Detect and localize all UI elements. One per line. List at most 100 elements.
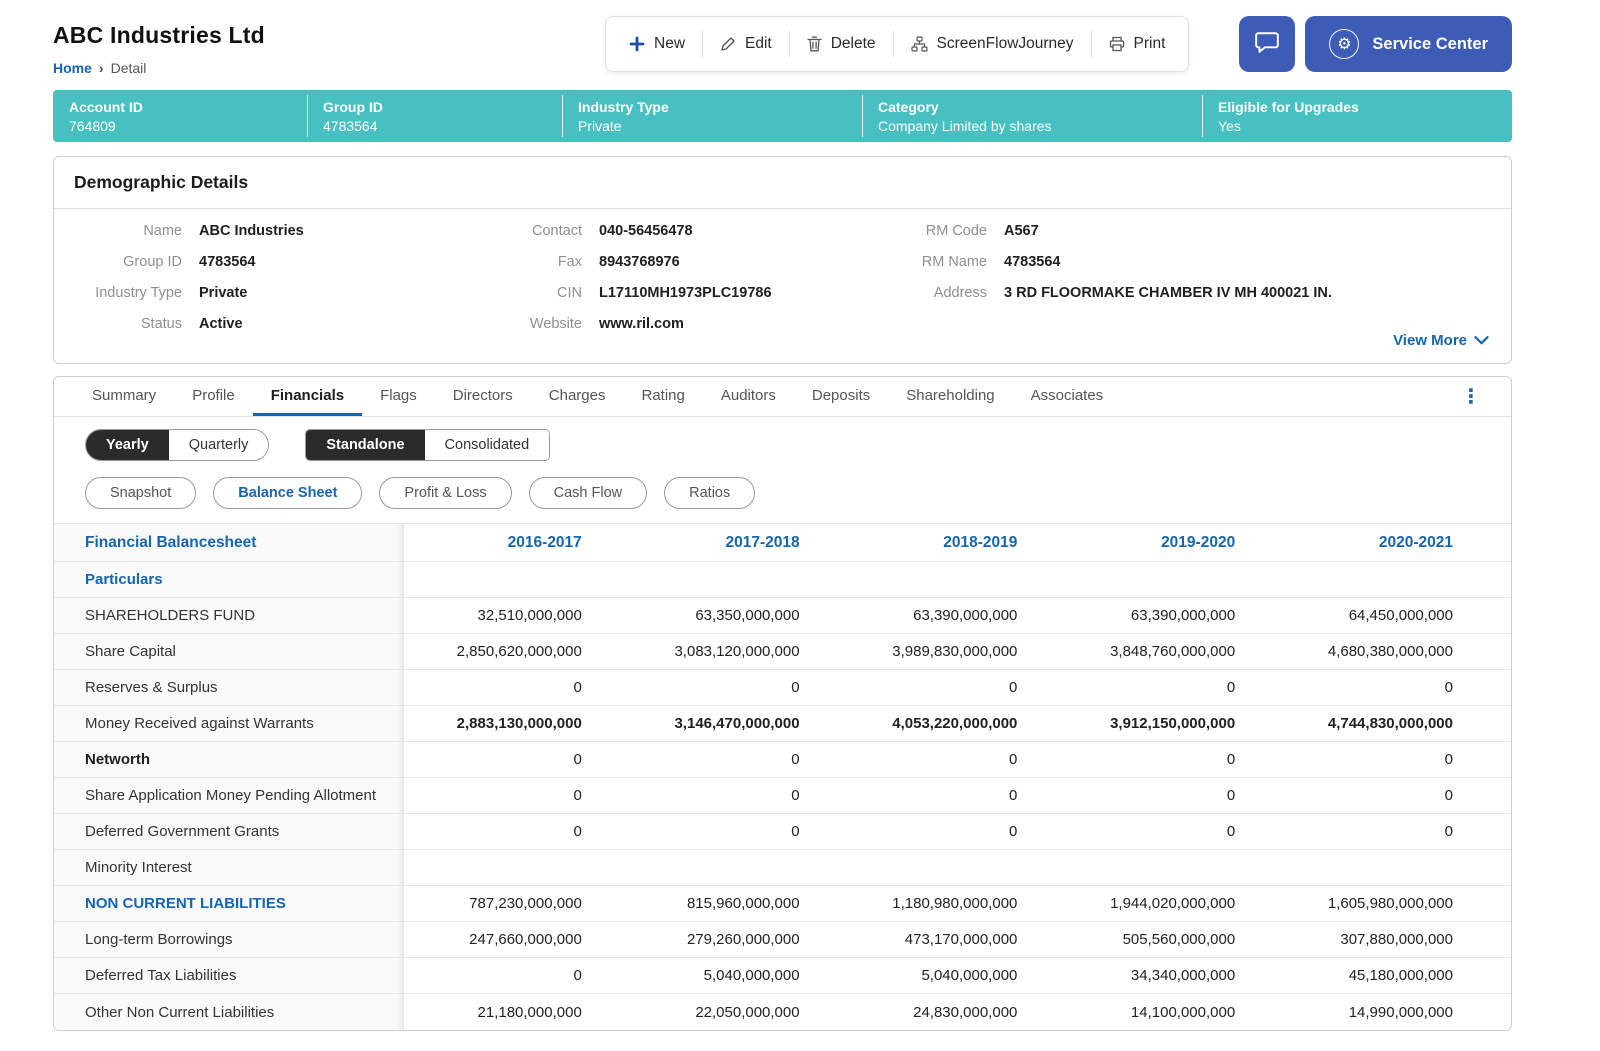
row-value [622,562,840,597]
row-value: 63,390,000,000 [840,598,1058,633]
info-value: Yes [1218,118,1512,134]
printer-icon [1109,36,1125,52]
field-value: A567 [1004,223,1039,239]
row-value: 787,230,000,000 [404,886,622,921]
tab-flags[interactable]: Flags [362,377,435,416]
report-tab-snapshot[interactable]: Snapshot [85,477,196,509]
financial-table: Financial Balancesheet 2016-20172017-201… [54,523,1511,1030]
field-label: Address [879,285,1004,301]
toggle-row: Yearly Quarterly Standalone Consolidated [54,417,1511,470]
row-label: Minority Interest [54,850,404,885]
screenflowjourney-button[interactable]: ScreenFlowJourney [894,17,1091,71]
tabs-card: SummaryProfileFinancialsFlagsDirectorsCh… [53,376,1512,1031]
row-label: Long-term Borrowings [54,922,404,957]
row-value: 14,100,000,000 [1057,994,1275,1030]
chat-button[interactable] [1239,16,1295,72]
row-value: 34,340,000,000 [1057,958,1275,993]
row-value: 24,830,000,000 [840,994,1058,1030]
tab-deposits[interactable]: Deposits [794,377,888,416]
breadcrumb-home[interactable]: Home [53,60,92,76]
field-label: Contact [459,223,599,239]
demo-field-address: Address3 RD FLOORMAKE CHAMBER IV MH 4000… [879,285,1489,316]
page: ABC Industries Ltd Home › Detail New Edi… [0,0,1600,1051]
report-tab-balance-sheet[interactable]: Balance Sheet [213,477,362,509]
service-center-label: Service Center [1372,35,1488,54]
print-button-label: Print [1134,35,1166,53]
tab-financials[interactable]: Financials [253,377,362,416]
tab-directors[interactable]: Directors [435,377,531,416]
tab-associates[interactable]: Associates [1013,377,1122,416]
table-header-row: Financial Balancesheet 2016-20172017-201… [54,524,1511,562]
table-row: Reserves & Surplus00000 [54,670,1511,706]
table-row: SHAREHOLDERS FUND32,510,000,00063,350,00… [54,598,1511,634]
demo-field-cin: CINL17110MH1973PLC19786 [459,285,879,316]
new-button[interactable]: New [612,17,702,71]
toggle-consolidated[interactable]: Consolidated [425,430,550,460]
info-label: Group ID [323,99,562,115]
row-label: Deferred Government Grants [54,814,404,849]
demo-field-fax: Fax8943768976 [459,254,879,285]
chat-icon [1254,30,1280,59]
field-label: RM Name [879,254,1004,270]
table-row: Particulars [54,562,1511,598]
screenflowjourney-button-label: ScreenFlowJourney [937,35,1074,53]
row-value: 0 [404,814,622,849]
report-tab-ratios[interactable]: Ratios [664,477,755,509]
delete-button[interactable]: Delete [790,17,893,71]
row-value [1057,562,1275,597]
row-value [1275,850,1511,885]
tab-profile[interactable]: Profile [174,377,253,416]
demographics-title: Demographic Details [54,157,1511,209]
row-value: 307,880,000,000 [1275,922,1511,957]
tab-charges[interactable]: Charges [531,377,624,416]
toggle-quarterly[interactable]: Quarterly [169,430,269,460]
report-tab-profit-loss[interactable]: Profit & Loss [379,477,511,509]
row-value: 0 [1275,778,1511,813]
info-label: Account ID [69,99,307,115]
row-label: NON CURRENT LIABILITIES [54,886,404,921]
print-button[interactable]: Print [1092,17,1183,71]
edit-button[interactable]: Edit [703,17,789,71]
year-header: 2016-2017 [404,524,622,561]
view-more-link[interactable]: View More [1393,332,1489,349]
tab-rating[interactable]: Rating [623,377,702,416]
toolbar: New Edit Delete ScreenFlow [605,16,1189,72]
field-label: Fax [459,254,599,270]
field-value: 4783564 [199,254,255,270]
plus-icon [629,36,645,52]
title-block: ABC Industries Ltd Home › Detail [53,16,605,76]
row-label: Reserves & Surplus [54,670,404,705]
row-value: 3,989,830,000,000 [840,634,1058,669]
service-center-button[interactable]: ⚙ Service Center [1305,16,1512,72]
toggle-standalone[interactable]: Standalone [306,430,424,460]
toggle-yearly[interactable]: Yearly [86,430,169,460]
info-value: Private [578,118,862,134]
report-tab-cash-flow[interactable]: Cash Flow [529,477,648,509]
row-value: 21,180,000,000 [404,994,622,1030]
tab-summary[interactable]: Summary [74,377,174,416]
chevron-down-icon [1474,332,1489,349]
tab-overflow-menu-icon[interactable]: ⋮ [1457,387,1485,407]
demographics-body: NameABC IndustriesGroup ID4783564Industr… [54,209,1511,363]
demo-field-industry-type: Industry TypePrivate [54,285,459,316]
row-value: 64,450,000,000 [1275,598,1511,633]
tab-strip: SummaryProfileFinancialsFlagsDirectorsCh… [54,377,1511,417]
row-value: 0 [840,670,1058,705]
tab-auditors[interactable]: Auditors [703,377,794,416]
field-value: 040-56456478 [599,223,693,239]
row-label: Share Capital [54,634,404,669]
row-value: 2,850,620,000,000 [404,634,622,669]
gear-icon: ⚙ [1329,29,1359,59]
row-value: 45,180,000,000 [1275,958,1511,993]
pencil-icon [720,36,736,52]
field-value: www.ril.com [599,316,684,332]
report-tab-row: Snapshot Balance Sheet Profit & Loss Cash F… [54,470,1511,523]
row-value: 505,560,000,000 [1057,922,1275,957]
row-value: 0 [1057,814,1275,849]
period-toggle: Yearly Quarterly [85,429,269,461]
row-value: 1,944,020,000,000 [1057,886,1275,921]
demo-field-status: StatusActive [54,316,459,347]
tab-shareholding[interactable]: Shareholding [888,377,1012,416]
row-value: 473,170,000,000 [840,922,1058,957]
row-value: 247,660,000,000 [404,922,622,957]
